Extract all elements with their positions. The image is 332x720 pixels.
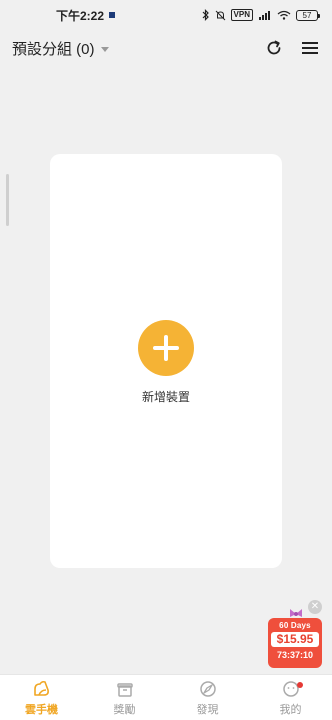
- add-device-label: 新增裝置: [141, 390, 190, 404]
- add-device-button[interactable]: [138, 320, 194, 376]
- promo-badge[interactable]: 60 Days $15.95 73:37:10 ✕: [266, 600, 324, 670]
- nav-item-discover[interactable]: 發現: [166, 675, 249, 720]
- vpn-badge: VPN: [230, 9, 253, 21]
- signal-icon: [258, 10, 272, 20]
- notification-dot: [297, 682, 303, 688]
- status-left: 下午2:22: [56, 7, 116, 24]
- nav-label: 雲手機: [25, 703, 58, 716]
- promo-price: $15.95: [271, 632, 319, 647]
- menu-icon[interactable]: [300, 38, 320, 58]
- nav-label: 發現: [196, 703, 219, 716]
- device-card: 新增裝置: [50, 154, 282, 568]
- notification-icon: [108, 11, 116, 19]
- close-icon[interactable]: ✕: [308, 600, 322, 614]
- group-selector[interactable]: 預設分組 (0): [12, 38, 109, 59]
- header: 預設分組 (0): [0, 33, 332, 63]
- promo-days: 60 Days: [279, 621, 311, 630]
- nav-label: 獎勵: [113, 703, 136, 716]
- wifi-icon: [277, 10, 291, 20]
- mute-bell-icon: [215, 10, 226, 21]
- promo-timer: 73:37:10: [276, 650, 314, 660]
- gift-bag-icon: [115, 679, 135, 699]
- group-title: 預設分組 (0): [12, 40, 95, 58]
- bow-icon: [290, 609, 302, 617]
- nav-item-cloud-phone[interactable]: 雲手機: [0, 675, 83, 720]
- status-right: VPN 57: [202, 9, 320, 21]
- nav-item-profile[interactable]: 我的: [249, 675, 332, 720]
- promo-card: 60 Days $15.95 73:37:10: [268, 618, 322, 668]
- chevron-down-icon: [100, 46, 109, 52]
- battery-indicator: 57: [296, 9, 320, 21]
- status-time: 下午2:22: [56, 8, 105, 23]
- discover-icon: [198, 679, 218, 699]
- cloud-phone-icon: [32, 679, 52, 699]
- nav-item-rewards[interactable]: 獎勵: [83, 675, 166, 720]
- plus-icon: [153, 335, 179, 361]
- nav-label: 我的: [279, 703, 302, 716]
- refresh-icon[interactable]: [264, 38, 284, 58]
- drag-handle[interactable]: [6, 174, 9, 226]
- status-bar: 下午2:22 VPN 57: [0, 0, 332, 30]
- bluetooth-icon: [202, 9, 210, 21]
- bottom-nav: 雲手機 獎勵 發現 我的: [0, 674, 332, 720]
- header-actions: [264, 38, 320, 58]
